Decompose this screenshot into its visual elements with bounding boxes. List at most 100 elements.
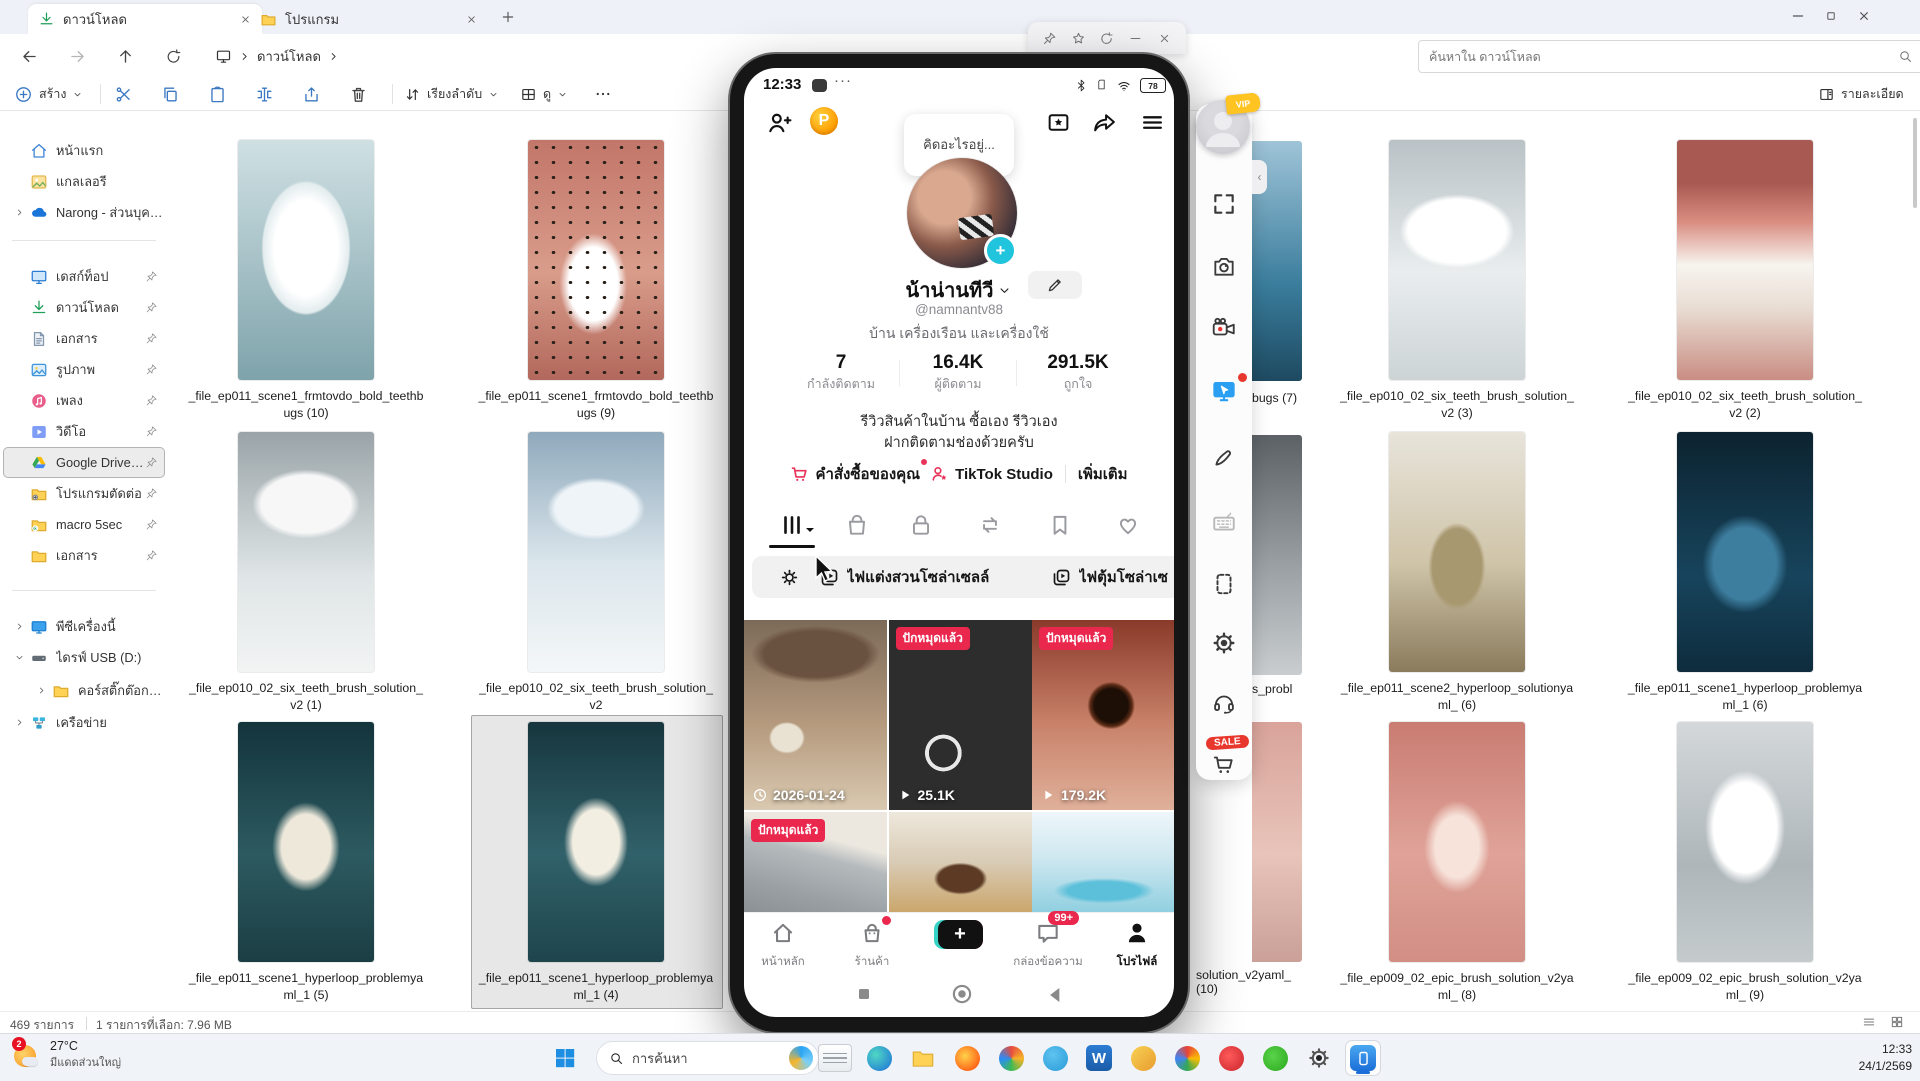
sidebar-item-12[interactable]: macro 5sec	[4, 510, 164, 539]
panel-keyboard-button[interactable]	[1210, 508, 1238, 536]
mirror-star-button[interactable]	[1071, 31, 1086, 46]
view-button[interactable]: ดู	[520, 81, 568, 107]
panel-support-headset-button[interactable]	[1210, 689, 1238, 717]
breadcrumb-segment[interactable]: ดาวน์โหลด	[257, 46, 321, 67]
mirror-rotate-button[interactable]	[1099, 31, 1114, 46]
android-back-button[interactable]	[1042, 982, 1068, 1008]
coins-icon[interactable]: P	[810, 107, 838, 135]
file-thumbnail[interactable]	[238, 140, 374, 380]
video-item[interactable]	[889, 812, 1032, 913]
search-input[interactable]: ค้นหาใน ดาวน์โหลด	[1418, 40, 1920, 73]
paste-button[interactable]	[200, 81, 234, 107]
start-button[interactable]	[548, 1041, 582, 1075]
file-item[interactable]: _file_ep011_scene1_hyperloop_problemyaml…	[1620, 432, 1870, 713]
stat-0[interactable]: 7กำลังติดตาม	[783, 352, 899, 394]
profile-tab-lock[interactable]	[908, 512, 934, 538]
sidebar-item-1[interactable]: แกลเลอรี	[4, 167, 164, 196]
profile-tab-repost[interactable]	[977, 512, 1003, 538]
phone-nav-4[interactable]: โปรไฟล์	[1095, 920, 1174, 971]
panel-draw-pen-button[interactable]	[1210, 443, 1238, 471]
chevron-down-icon[interactable]	[997, 283, 1012, 298]
file-item[interactable]: _file_ep010_02_six_teeth_brush_solution_…	[1332, 140, 1582, 421]
android-home-button[interactable]	[947, 979, 977, 1009]
details-pane-button[interactable]: รายละเอียด	[1818, 81, 1904, 107]
file-thumbnail[interactable]	[1389, 140, 1525, 380]
new-button[interactable]: สร้าง	[14, 81, 83, 107]
window-minimize-button[interactable]	[1790, 8, 1806, 24]
taskbar-icon-line-app[interactable]	[1258, 1041, 1292, 1075]
add-friends-icon[interactable]	[766, 110, 792, 136]
file-item[interactable]: _file_ep011_scene2_hyperloop_solutionyam…	[1332, 432, 1582, 713]
tab-close-button[interactable]	[465, 13, 478, 26]
panel-screen-control-button[interactable]	[1210, 377, 1238, 405]
pinned-chip-1[interactable]: ไฟแต่งสวนโซล่าเซลล์	[806, 556, 1060, 598]
file-thumbnail[interactable]	[528, 140, 664, 380]
mirror-close-button[interactable]	[1157, 31, 1172, 46]
weather-widget[interactable]: 2 27°C มีแดดส่วนใหญ่	[10, 1039, 121, 1071]
share-profile-icon[interactable]	[1092, 110, 1117, 135]
profile-action-2[interactable]: เพิ่มเติม	[1078, 462, 1128, 486]
file-thumbnail[interactable]	[528, 432, 664, 672]
file-item[interactable]: _file_ep009_02_epic_brush_solution_v2yam…	[1620, 722, 1870, 1003]
profile-tab-heart[interactable]	[1115, 512, 1141, 538]
taskbar-icon-edge[interactable]	[862, 1041, 896, 1075]
large-icons-view-toggle-icon[interactable]	[1890, 1015, 1904, 1029]
mirror-pin-button[interactable]	[1042, 31, 1057, 46]
file-thumbnail[interactable]	[528, 722, 664, 962]
cut-button[interactable]	[106, 81, 140, 107]
sidebar-item-4[interactable]: เดสก์ท็อป	[4, 262, 164, 291]
file-item[interactable]: _file_ep011_scene1_hyperloop_problemyaml…	[181, 722, 431, 1003]
profile-action-0[interactable]: คำสั่งซื้อของคุณ	[790, 462, 920, 486]
video-item[interactable]	[1032, 812, 1174, 913]
panel-shop-cart-button[interactable]	[1210, 750, 1238, 778]
promotions-icon[interactable]	[1046, 110, 1071, 135]
mirror-minimize-button[interactable]	[1128, 31, 1143, 46]
file-item[interactable]: _file_ep010_02_six_teeth_brush_solution_…	[1620, 140, 1870, 421]
taskbar-search[interactable]: การค้นหา	[596, 1041, 819, 1075]
profile-tab-bag[interactable]	[844, 512, 870, 538]
refresh-button[interactable]	[156, 39, 190, 73]
taskbar-clock[interactable]: 12:33 24/1/2569	[1800, 1041, 1912, 1075]
copy-button[interactable]	[153, 81, 187, 107]
panel-device-frame-button[interactable]	[1210, 570, 1238, 598]
file-thumbnail[interactable]	[1677, 432, 1813, 672]
panel-settings-gear-button[interactable]	[1210, 629, 1238, 657]
stat-2[interactable]: 291.5Kถูกใจ	[1020, 352, 1136, 394]
taskbar-icon-mirror-app[interactable]	[1346, 1041, 1380, 1075]
android-recents-button[interactable]	[852, 982, 876, 1006]
delete-button[interactable]	[341, 81, 375, 107]
sidebar-item-11[interactable]: โปรแกรมตัดต่อ	[4, 479, 164, 508]
profile-tab-grid[interactable]	[779, 512, 814, 538]
file-thumbnail[interactable]	[1389, 722, 1525, 962]
video-item[interactable]: ปักหมุดแล้ว	[744, 812, 887, 913]
sidebar-item-17[interactable]: คอร์สติ๊กต๊อก2026	[4, 676, 164, 705]
forward-button[interactable]	[60, 39, 94, 73]
file-item[interactable]: _file_ep010_02_six_teeth_brush_solution_…	[471, 432, 721, 713]
menu-icon[interactable]	[1140, 110, 1165, 135]
video-item[interactable]: ปักหมุดแล้ว179.2K	[1032, 620, 1174, 810]
scrollbar[interactable]	[1913, 118, 1917, 208]
window-maximize-button[interactable]	[1824, 9, 1838, 23]
sidebar-item-16[interactable]: ไดรฟ์ USB (D:)	[4, 643, 164, 672]
taskbar-icon-settings[interactable]	[1302, 1041, 1336, 1075]
new-tab-button[interactable]	[500, 9, 516, 25]
sidebar-item-13[interactable]: เอกสาร	[4, 541, 164, 570]
edit-profile-button[interactable]	[1028, 271, 1082, 299]
stat-1[interactable]: 16.4Kผู้ติดตาม	[900, 352, 1016, 394]
file-item[interactable]: _file_ep011_scene1_frmtovdo_bold_teethbu…	[181, 140, 431, 421]
panel-fullscreen-button[interactable]	[1210, 190, 1238, 218]
explorer-tab-1[interactable]: โปรแกรม	[250, 4, 488, 34]
back-button[interactable]	[12, 39, 46, 73]
sidebar-item-6[interactable]: เอกสาร	[4, 324, 164, 353]
up-button[interactable]	[108, 39, 142, 73]
file-item[interactable]: _file_ep010_02_six_teeth_brush_solution_…	[181, 432, 431, 713]
taskbar-icon-gallery-app[interactable]	[1126, 1041, 1160, 1075]
file-thumbnail-partial[interactable]	[1252, 435, 1302, 675]
taskbar-icon-photos[interactable]	[994, 1041, 1028, 1075]
list-view-toggle-icon[interactable]	[1862, 1015, 1876, 1029]
file-item[interactable]: _file_ep011_scene1_frmtovdo_bold_teethbu…	[471, 140, 721, 421]
video-item[interactable]: ปักหมุดแล้ว25.1K	[889, 620, 1032, 810]
sidebar-item-0[interactable]: หน้าแรก	[4, 136, 164, 165]
taskbar-icon-firefox[interactable]	[950, 1041, 984, 1075]
taskbar-icon-opera[interactable]	[1214, 1041, 1248, 1075]
